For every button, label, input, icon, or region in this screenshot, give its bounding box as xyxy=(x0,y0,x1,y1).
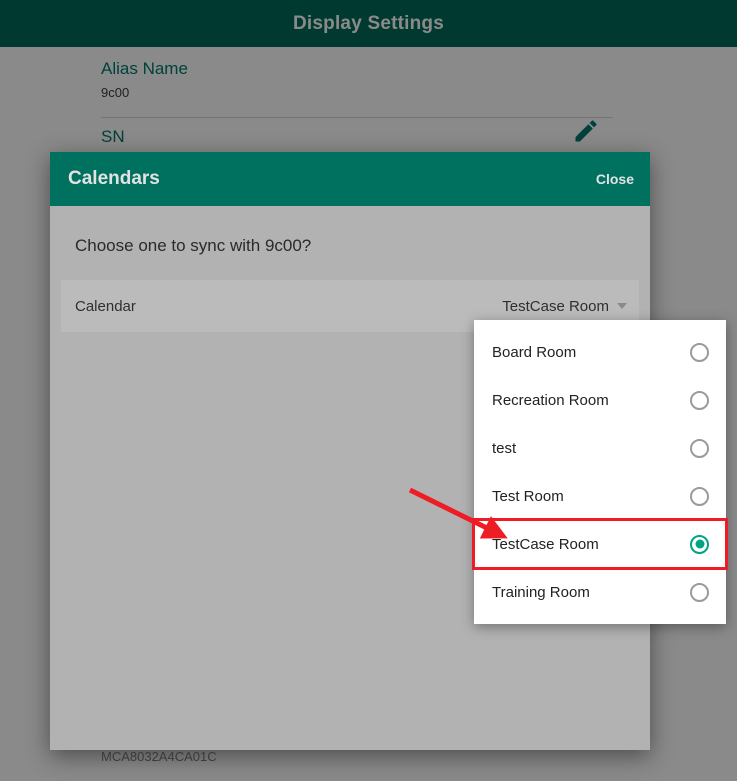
calendar-options-dropdown[interactable]: Board Room Recreation Room test Test Room Te… xyxy=(472,320,728,624)
dropdown-option[interactable]: Recreation Room xyxy=(474,376,726,424)
dialog-title: Calendars xyxy=(68,168,160,189)
dropdown-option-label: Board Room xyxy=(492,343,577,361)
dropdown-option-label: Training Room xyxy=(492,583,590,601)
radio-selected-icon[interactable] xyxy=(690,534,709,554)
dropdown-option[interactable]: Test Room xyxy=(474,472,726,520)
screen-root: Display Settings Alias Name 9c00 SN MCA8… xyxy=(0,0,737,781)
radio-unselected-icon[interactable] xyxy=(690,390,709,410)
chevron-down-icon xyxy=(617,303,627,309)
calendar-row-value-group[interactable]: TestCase Room xyxy=(502,298,627,315)
dropdown-option[interactable]: Board Room xyxy=(474,328,726,376)
dropdown-option[interactable]: Training Room xyxy=(474,568,726,616)
dialog-prompt: Choose one to sync with 9c00? xyxy=(75,236,312,255)
close-button[interactable]: Close xyxy=(596,171,634,187)
sn-value-text: MCA8032A4CA01C xyxy=(101,749,217,764)
dropdown-option-label: TestCase Room xyxy=(492,535,599,553)
dropdown-option-label: Test Room xyxy=(492,487,564,505)
radio-unselected-icon[interactable] xyxy=(690,486,709,506)
dropdown-option[interactable]: TestCase Room xyxy=(472,518,728,570)
radio-unselected-icon[interactable] xyxy=(690,438,709,458)
dialog-header: Calendars Close xyxy=(50,152,650,206)
calendar-row-label: Calendar xyxy=(75,297,136,315)
radio-unselected-icon[interactable] xyxy=(690,342,709,362)
radio-unselected-icon[interactable] xyxy=(690,582,709,602)
calendar-row-value: TestCase Room xyxy=(502,297,609,315)
dropdown-option-label: test xyxy=(492,439,517,457)
dropdown-option[interactable]: test xyxy=(474,424,726,472)
dropdown-option-label: Recreation Room xyxy=(492,391,609,409)
